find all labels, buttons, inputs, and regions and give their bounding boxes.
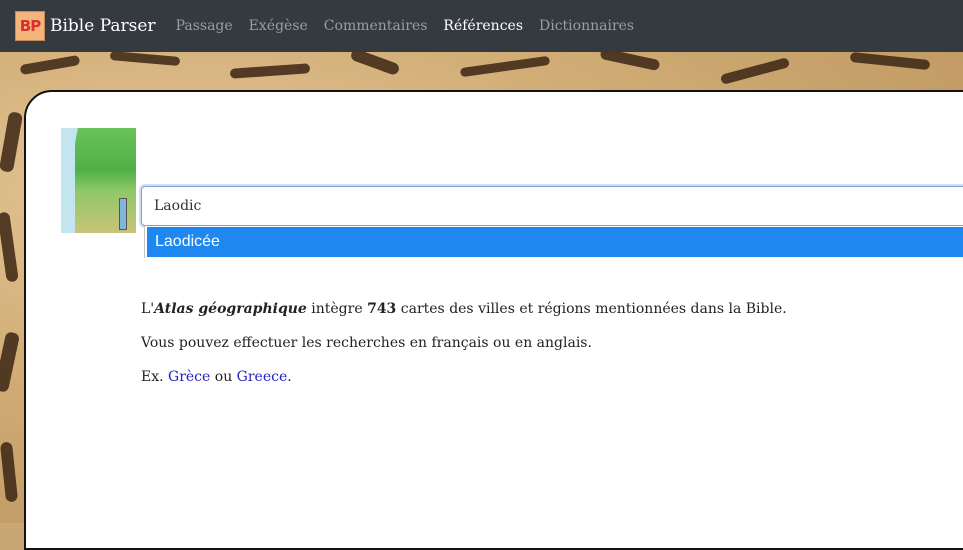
example-link-grece[interactable]: Grèce <box>168 369 210 385</box>
bp-logo-icon: BP <box>15 11 45 41</box>
nav-link-exegese[interactable]: Exégèse <box>241 18 316 34</box>
nav-link-passage[interactable]: Passage <box>168 18 241 34</box>
autocomplete-dropdown: Laodicée <box>144 226 963 258</box>
nav-link-dictionnaires[interactable]: Dictionnaires <box>531 18 642 34</box>
example-link-greece[interactable]: Greece <box>237 369 288 385</box>
search-hint: Vous pouvez effectuer les recherches en … <box>141 335 592 351</box>
nav-link-commentaires[interactable]: Commentaires <box>316 18 436 34</box>
atlas-description: L'Atlas géographique intègre 743 cartes … <box>141 301 787 317</box>
autocomplete-suggestion[interactable]: Laodicée <box>147 227 963 257</box>
brand-name: Bible Parser <box>50 16 156 36</box>
content-card <box>24 90 963 550</box>
example-line: Ex. Grèce ou Greece. <box>141 369 292 385</box>
location-search-input[interactable] <box>141 186 963 226</box>
atlas-map-thumbnail <box>61 128 136 233</box>
map-count: 743 <box>367 301 397 317</box>
brand-link[interactable]: BP Bible Parser <box>15 11 156 41</box>
nav-menu: Passage Exégèse Commentaires Références … <box>168 18 643 34</box>
top-navbar: BP Bible Parser Passage Exégèse Commenta… <box>0 0 963 52</box>
nav-link-references[interactable]: Références <box>435 18 531 34</box>
